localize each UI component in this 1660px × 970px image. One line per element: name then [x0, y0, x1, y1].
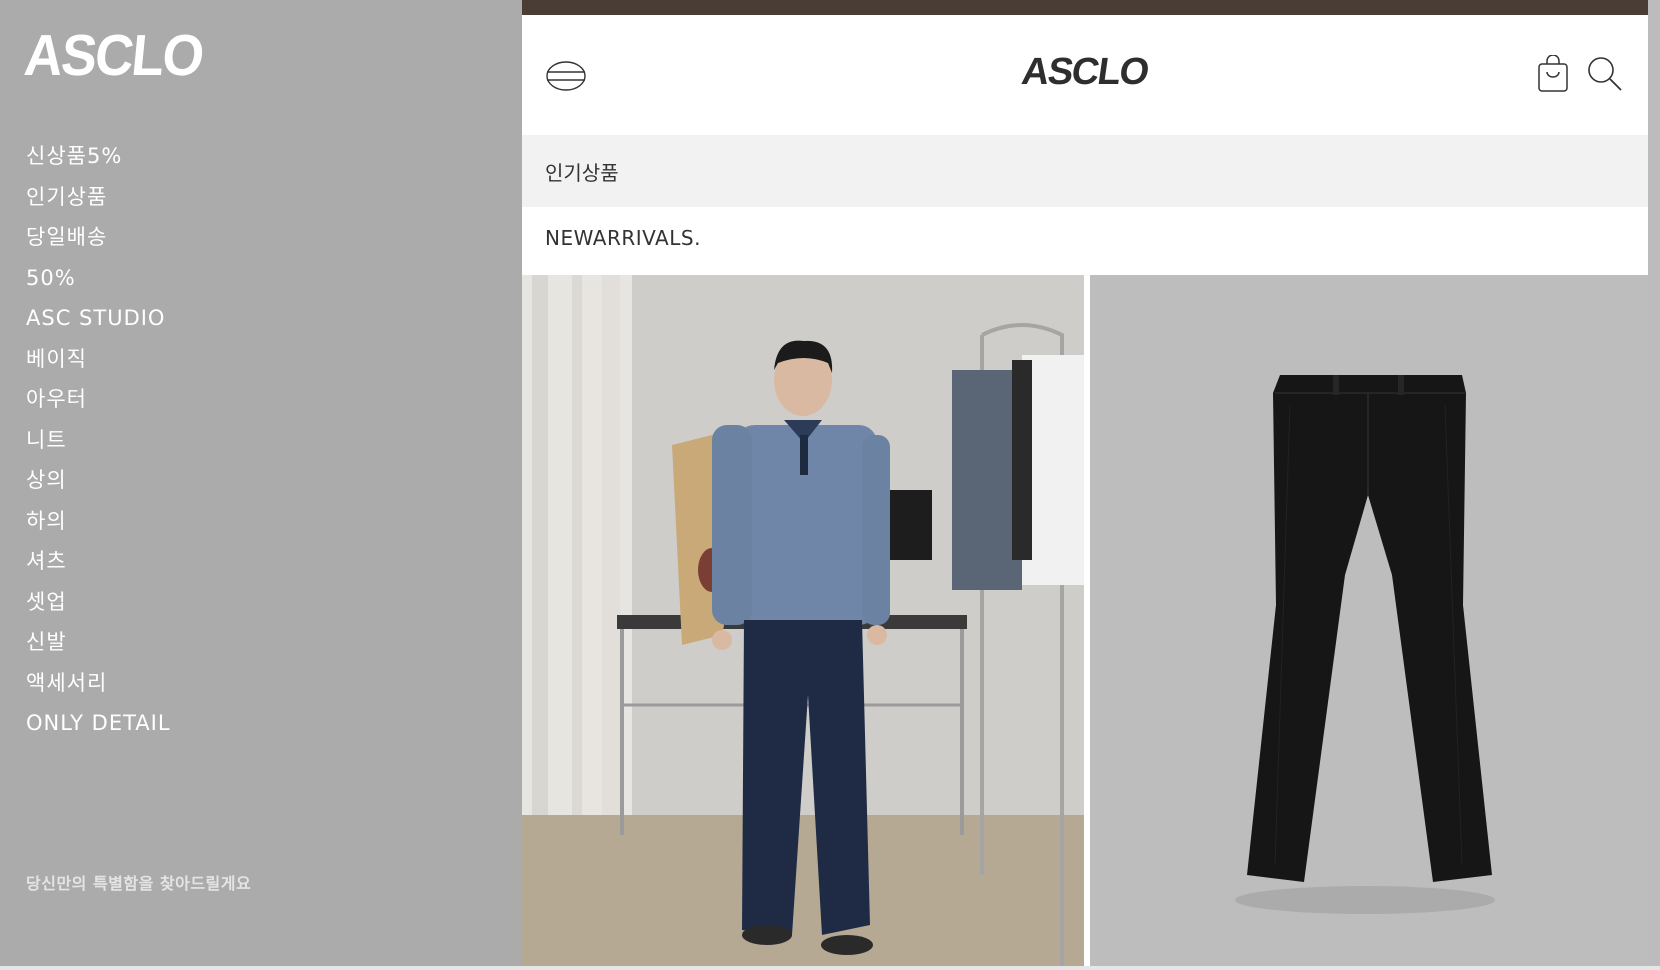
sidebar-item-shirts[interactable]: 셔츠	[26, 541, 171, 582]
cart-icon[interactable]	[1536, 54, 1570, 93]
sidebar-item-shoes[interactable]: 신발	[26, 622, 171, 663]
brand-logo[interactable]: ASCLO	[522, 51, 1648, 94]
search-icon[interactable]	[1586, 55, 1624, 93]
sidebar-item-new-5[interactable]: 신상품5%	[26, 136, 171, 177]
sidebar-item-setup[interactable]: 셋업	[26, 582, 171, 623]
sidebar-item-bottom[interactable]: 하의	[26, 501, 171, 542]
sidebar-item-50[interactable]: 50%	[26, 258, 171, 299]
sidebar-item-same-day[interactable]: 당일배송	[26, 217, 171, 258]
sidebar-item-accessory[interactable]: 액세서리	[26, 663, 171, 704]
sidebar-logo[interactable]: ASCLO	[22, 22, 206, 89]
product-card-2[interactable]	[1090, 275, 1648, 966]
brand-logo-text: ASCLO	[1019, 51, 1151, 93]
sidebar-tagline: 당신만의 특별함을 찾아드릴게요	[26, 874, 252, 893]
sidebar: ASCLO 신상품5% 인기상품 당일배송 50% ASC STUDIO 베이직…	[0, 0, 522, 966]
tab-popular[interactable]: 인기상품	[522, 135, 1648, 207]
sidebar-item-asc-studio[interactable]: ASC STUDIO	[26, 298, 171, 339]
product-grid	[522, 275, 1648, 966]
model-blue-jacket-photo	[522, 275, 1084, 966]
black-flare-trousers-photo	[1090, 275, 1648, 966]
sidebar-item-knit[interactable]: 니트	[26, 420, 171, 461]
section-title: NEWARRIVALS.	[545, 226, 701, 250]
sidebar-item-top[interactable]: 상의	[26, 460, 171, 501]
sidebar-item-popular[interactable]: 인기상품	[26, 177, 171, 218]
main-panel: ASCLO 인기상품 NEWARRIVALS.	[522, 0, 1648, 966]
sidebar-menu: 신상품5% 인기상품 당일배송 50% ASC STUDIO 베이직 아우터 니…	[26, 136, 171, 744]
tab-popular-label: 인기상품	[545, 161, 619, 185]
top-strip	[522, 0, 1648, 15]
sidebar-item-outer[interactable]: 아우터	[26, 379, 171, 420]
bottom-edge	[0, 966, 1660, 970]
header: ASCLO	[522, 15, 1648, 135]
scrollbar[interactable]	[1648, 0, 1660, 966]
sidebar-item-only-detail[interactable]: ONLY DETAIL	[26, 703, 171, 744]
product-card-1[interactable]	[522, 275, 1084, 966]
sidebar-item-basic[interactable]: 베이직	[26, 339, 171, 380]
